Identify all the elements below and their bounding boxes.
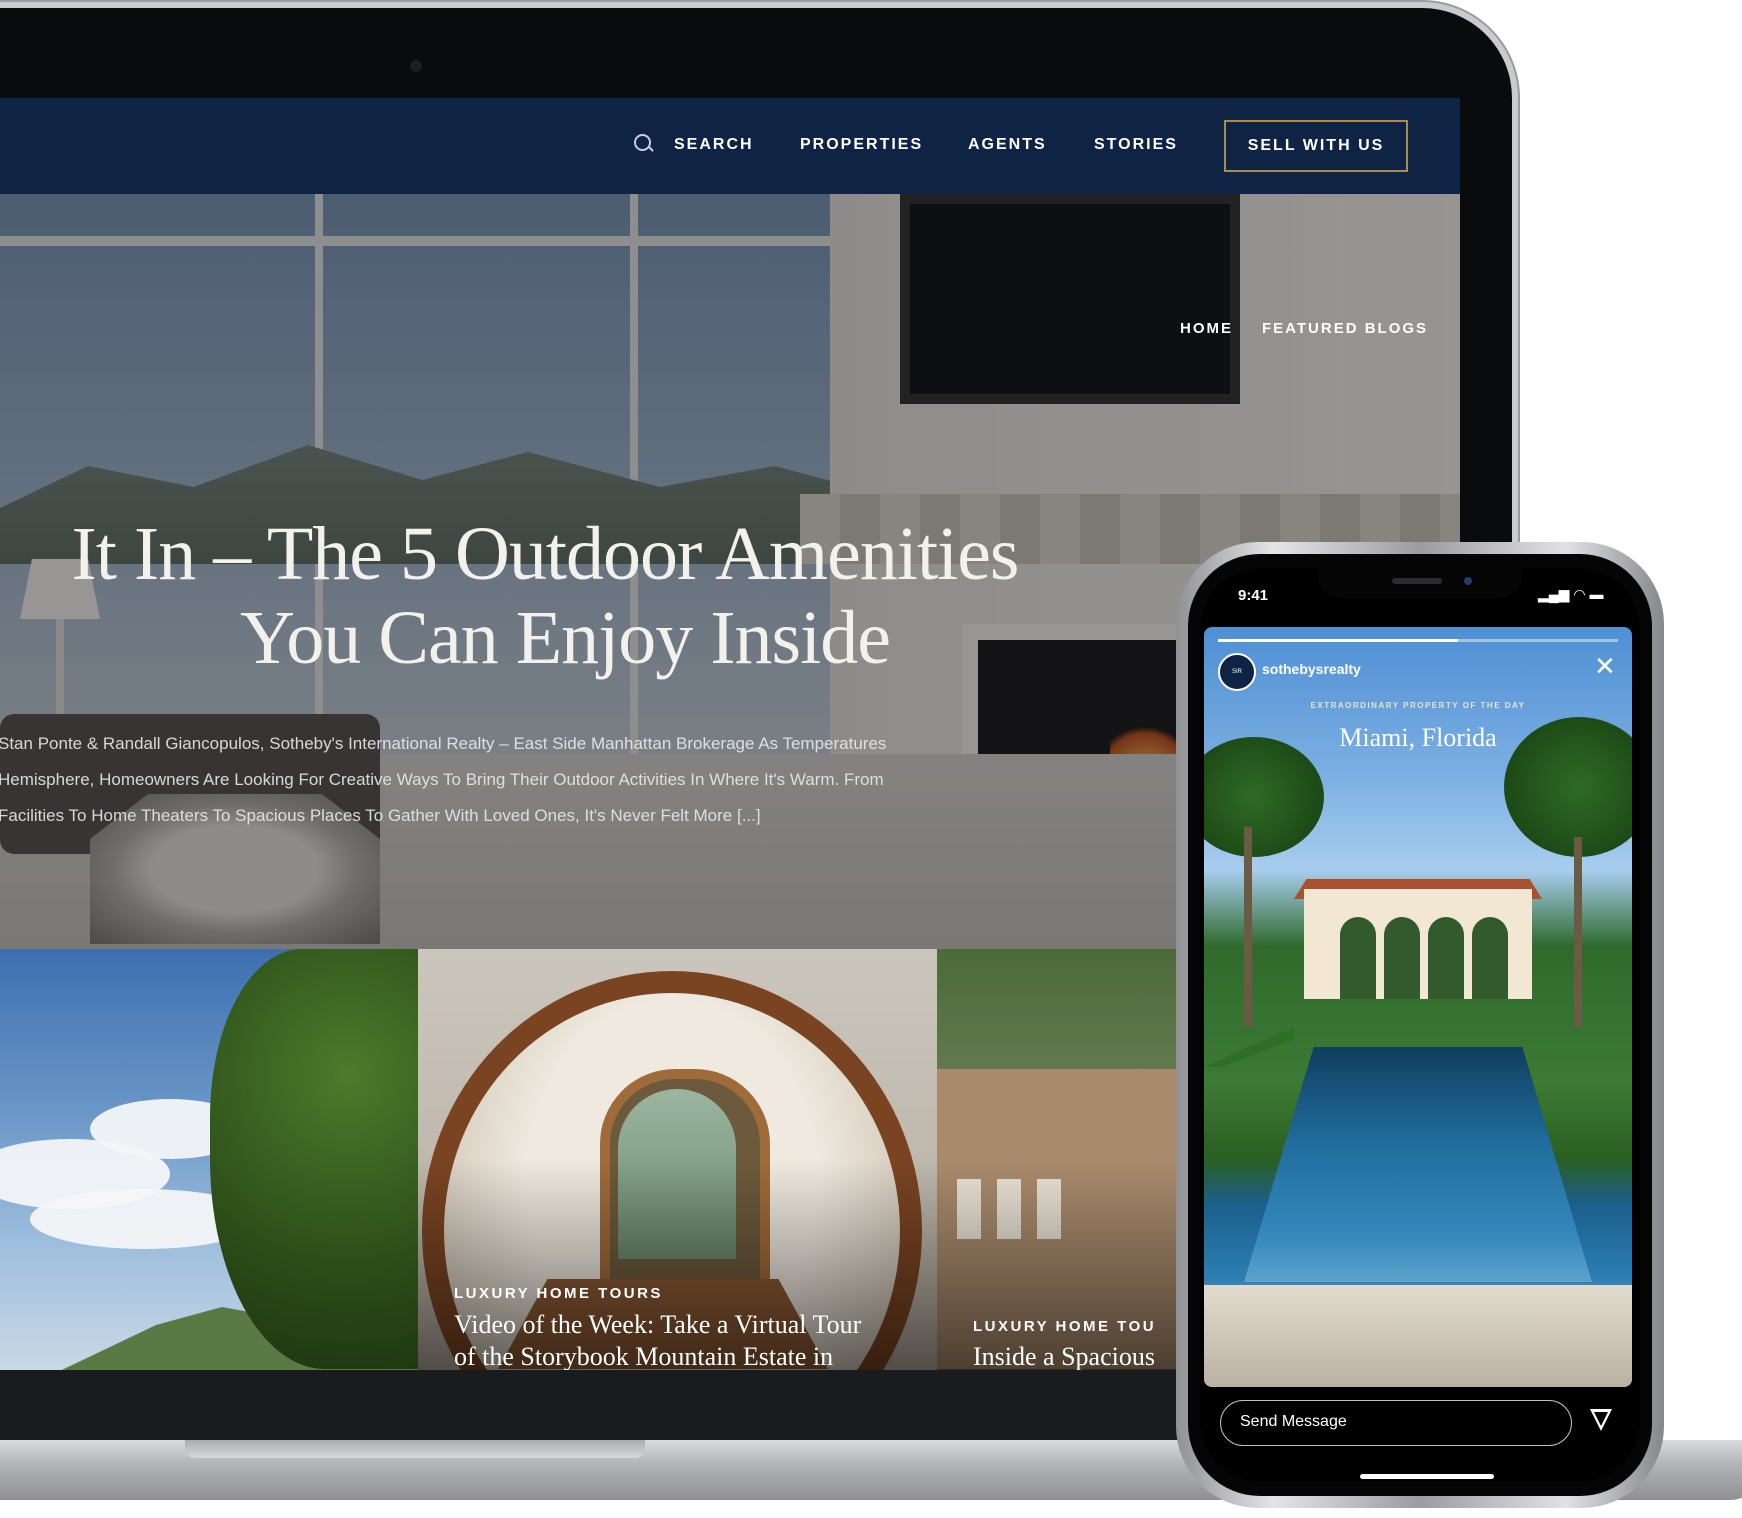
card-title-line: Video of the Week: Take a Virtual Tour [454, 1310, 862, 1339]
excerpt-line: Facilities To Home Theaters To Spacious … [0, 806, 761, 825]
nav-stories[interactable]: STORIES [1094, 136, 1178, 154]
status-icons: ▂▄▆ ◠ ▬ [1538, 586, 1604, 602]
status-time: 9:41 [1238, 587, 1269, 604]
card-overlay [418, 949, 937, 1370]
phone-speaker [1392, 578, 1442, 584]
avatar[interactable]: SIR [1218, 653, 1256, 691]
story-progress-fill [1218, 639, 1458, 642]
hero-title-line: It In – The 5 Outdoor Amenities [71, 512, 1019, 596]
instagram-story[interactable]: SIR sothebysrealty ✕ EXTRAORDINARY PROPE… [1204, 627, 1632, 1387]
pool-edge [1204, 1285, 1632, 1387]
phone-front-camera [1464, 577, 1472, 585]
breadcrumb-featured-blogs[interactable]: FEATURED BLOGS [1262, 320, 1428, 337]
excerpt-line: Stan Ponte & Randall Giancopulos, Sotheb… [0, 734, 887, 753]
laptop-camera [410, 60, 422, 72]
hero-title-line: You Can Enjoy Inside [240, 596, 891, 680]
card-title[interactable]: Inside a Spacious [973, 1341, 1155, 1370]
palm-trunk [1244, 827, 1252, 1027]
nav-search[interactable]: SEARCH [674, 136, 754, 154]
story-kicker: EXTRAORDINARY PROPERTY OF THE DAY [1310, 701, 1526, 710]
villa-arch [1428, 917, 1464, 999]
sell-with-us-button[interactable]: SELL WITH US [1224, 120, 1408, 172]
hero-title[interactable]: It In – The 5 Outdoor Amenities You Can … [0, 512, 1090, 680]
send-message-placeholder: Send Message [1240, 1413, 1347, 1430]
pool [1244, 1047, 1592, 1282]
card-title-line: of the Storybook Mountain Estate in [454, 1342, 834, 1370]
story-card[interactable]: LUXURY HOME TOURS Video of the Week: Tak… [418, 949, 937, 1370]
card-category: LUXURY HOME TOU [973, 1318, 1157, 1335]
story-progress-bar [1218, 639, 1618, 642]
story-username[interactable]: sothebysrealty [1262, 661, 1361, 677]
card-category: LUXURY HOME TOURS [454, 1285, 663, 1302]
excerpt-line: Hemisphere, Homeowners Are Looking For C… [0, 770, 884, 789]
story-card[interactable] [0, 949, 418, 1370]
send-icon-inner [1594, 1412, 1608, 1426]
breadcrumb-home[interactable]: HOME [1180, 320, 1233, 337]
palm-trunk [1574, 837, 1582, 1027]
villa-arch [1340, 917, 1376, 999]
search-icon[interactable] [634, 134, 651, 151]
villa-arch [1472, 917, 1508, 999]
home-indicator[interactable] [1360, 1474, 1494, 1479]
palm-tree [1204, 737, 1324, 857]
nav-properties[interactable]: PROPERTIES [800, 136, 923, 154]
hero-excerpt: Stan Ponte & Randall Giancopulos, Sotheb… [0, 726, 1058, 834]
story-location: Miami, Florida [1339, 723, 1497, 752]
card-title[interactable]: Video of the Week: Take a Virtual Tour o… [454, 1309, 924, 1370]
tree [210, 949, 418, 1369]
nav-agents[interactable]: AGENTS [968, 136, 1047, 154]
villa-arch [1384, 917, 1420, 999]
close-icon[interactable]: ✕ [1594, 653, 1616, 679]
site-header: SEARCH PROPERTIES AGENTS STORIES SELL WI… [0, 98, 1460, 194]
laptop-base-notch [185, 1440, 645, 1458]
hedge [1204, 1027, 1294, 1067]
